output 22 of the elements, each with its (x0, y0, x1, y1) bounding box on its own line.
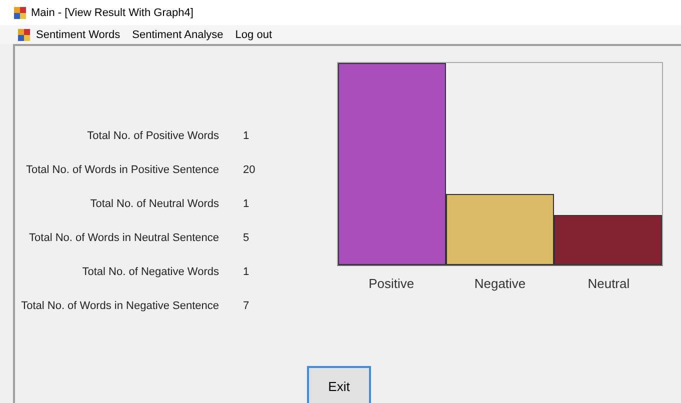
stat-value: 20 (243, 164, 256, 176)
stat-value: 1 (243, 266, 250, 278)
window-title: Main - [View Result With Graph4] (31, 6, 194, 18)
exit-button[interactable]: Exit (307, 366, 371, 403)
stat-label: Total No. of Negative Words (81, 266, 219, 278)
stat-value: 1 (243, 198, 250, 210)
app-icon (14, 6, 26, 18)
stat-label: Total No. of Words in Negative Sentence (20, 300, 219, 312)
stat-value: 7 (243, 300, 250, 312)
stat-label: Total No. of Positive Words (86, 130, 219, 142)
stat-label: Total No. of Words in Positive Sentence (24, 164, 219, 176)
menu-item[interactable]: Log out (229, 28, 278, 40)
stat-label: Total No. of Words in Neutral Sentence (28, 232, 219, 244)
app-icon[interactable] (18, 28, 30, 40)
menu-item[interactable]: Sentiment Words (30, 28, 126, 40)
category-label: Positive (368, 276, 416, 291)
category-label: Neutral (586, 276, 631, 291)
stat-value: 1 (243, 130, 250, 142)
menu-item[interactable]: Sentiment Analyse (126, 28, 230, 40)
category-label: Negative (473, 276, 527, 291)
stat-value: 5 (243, 232, 250, 244)
stat-label: Total No. of Neutral Words (89, 198, 219, 210)
